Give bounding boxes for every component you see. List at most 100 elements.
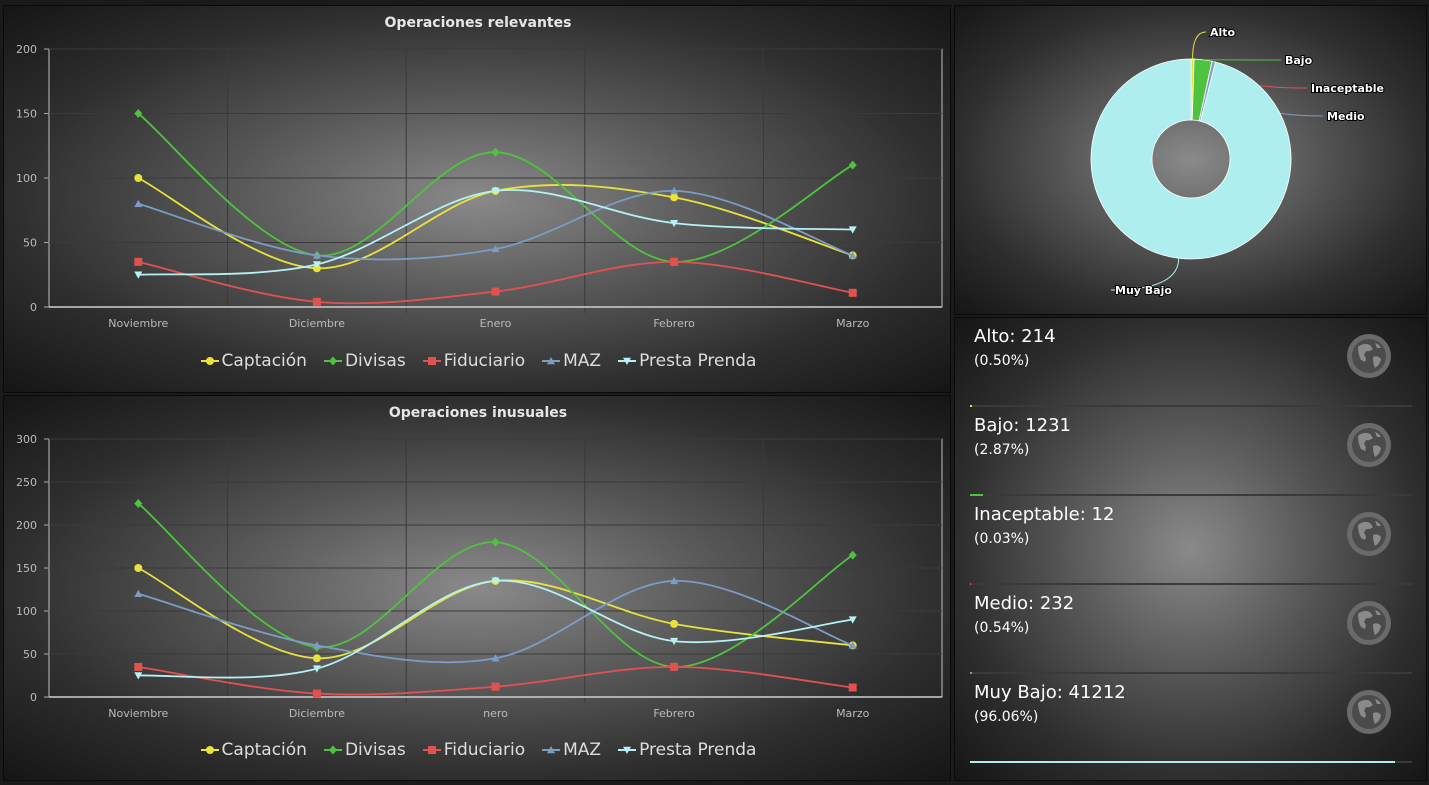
data-point [134, 174, 143, 182]
y-tick-label: 150 [16, 562, 37, 575]
summary-percent: (0.54%) [974, 620, 1030, 636]
legend-marker-icon [323, 356, 342, 366]
legend-marker-icon [323, 745, 342, 755]
data-point [134, 257, 143, 266]
legend-marker-icon [422, 357, 441, 365]
legend-item[interactable]: Fiduciario [422, 351, 525, 371]
data-point [134, 564, 143, 572]
globe-icon [1347, 334, 1391, 378]
donut-chart-riesgo: Alto Bajo Inaceptable Medio Muy Bajo [1090, 25, 1385, 298]
legend-label: MAZ [563, 740, 602, 760]
summary-progress-bar [970, 761, 1395, 763]
summary-item-medio[interactable]: Medio: 232 (0.54%) [970, 585, 1412, 674]
x-tick-label: Marzo [836, 707, 870, 720]
y-tick-label: 150 [16, 108, 37, 121]
legend-item[interactable]: Presta Prenda [617, 351, 756, 371]
y-tick-label: 300 [16, 433, 37, 446]
series-line [138, 579, 854, 664]
legend-item[interactable]: Divisas [323, 740, 406, 760]
data-point [670, 193, 679, 202]
summary-title: Muy Bajo: 41212 [974, 682, 1126, 703]
summary-percent: (96.06%) [974, 709, 1039, 725]
data-point [134, 199, 143, 207]
summary-item-inaceptable[interactable]: Inaceptable: 12 (0.03%) [970, 496, 1412, 585]
summary-item-muy-bajo[interactable]: Muy Bajo: 41212 (96.06%) [970, 674, 1412, 763]
legend-label: MAZ [563, 351, 602, 371]
y-tick-label: 0 [30, 691, 37, 704]
plot-area: 0 50 100 150 200 Noviembre Diciembre Enero Febre… [16, 43, 943, 330]
x-tick-label: Diciembre [289, 317, 345, 330]
summary-title: Inaceptable: 12 [974, 504, 1115, 525]
legend-marker-icon [542, 746, 561, 754]
legend-label: Divisas [344, 351, 406, 371]
legend-label: Fiduciario [443, 351, 526, 371]
summary-title: Medio: 232 [974, 593, 1075, 614]
legend-label: Presta Prenda [639, 740, 757, 760]
summary-percent: (0.50%) [974, 353, 1030, 369]
data-point [491, 147, 500, 157]
series-line [138, 260, 853, 305]
legend-marker-icon [200, 357, 219, 365]
chart-panel-inusuales: Operaciones inusuales 0 50 100 150 200 250 300 N… [3, 395, 951, 781]
x-tick-label: Diciembre [289, 707, 345, 720]
slice-label: Alto [1210, 26, 1236, 39]
data-point [491, 682, 500, 691]
legend-item[interactable]: Divisas [323, 351, 406, 371]
data-point [312, 654, 321, 663]
globe-icon [1347, 512, 1391, 556]
x-tick-label: Noviembre [108, 317, 168, 330]
data-point [312, 689, 321, 698]
line-chart-inusuales: Operaciones inusuales 0 50 100 150 200 250 300 N… [16, 405, 943, 720]
x-tick-label: Febrero [653, 707, 695, 720]
summary-percent: (0.03%) [974, 531, 1030, 547]
y-tick-label: 100 [16, 172, 37, 185]
globe-icon [1347, 601, 1391, 645]
chart-title: Operaciones inusuales [389, 405, 567, 421]
series-line [137, 502, 854, 668]
y-tick-label: 200 [16, 519, 37, 532]
legend-item[interactable]: Fiduciario [422, 740, 525, 760]
legend-label: Captación [221, 740, 307, 760]
legend-marker-icon [618, 357, 637, 365]
line-chart-relevantes: Operaciones relevantes 0 50 100 150 200 Noviem… [16, 15, 943, 330]
y-tick-label: 50 [23, 648, 37, 661]
legend-item[interactable]: Presta Prenda [617, 740, 756, 760]
summary-panel: Alto: 214 (0.50%) Bajo: 1231 (2.87%) Ina… [954, 317, 1427, 781]
x-tick-label: Febrero [653, 317, 695, 330]
legend-label: Captación [221, 351, 307, 371]
y-tick-label: 100 [16, 605, 37, 618]
leader-line [1192, 31, 1207, 60]
legend-item[interactable]: MAZ [541, 740, 601, 760]
data-point [848, 550, 857, 560]
chart-legend: Captación Divisas Fiduciario MAZ Presta Pren… [4, 740, 950, 760]
legend-marker-icon [200, 746, 219, 754]
legend-item[interactable]: MAZ [541, 351, 601, 371]
globe-icon [1347, 690, 1391, 734]
legend-item[interactable]: Captación [200, 351, 307, 371]
summary-title: Bajo: 1231 [974, 415, 1071, 436]
summary-title: Alto: 214 [974, 326, 1056, 347]
data-point [312, 297, 321, 306]
pie-slice [1090, 58, 1292, 260]
data-point [491, 287, 500, 296]
data-point [134, 662, 143, 671]
legend-item[interactable]: Captación [200, 740, 307, 760]
data-point [670, 257, 679, 266]
summary-item-bajo[interactable]: Bajo: 1231 (2.87%) [970, 407, 1412, 496]
series-line [138, 579, 853, 679]
summary-item-alto[interactable]: Alto: 214 (0.50%) [970, 318, 1412, 407]
data-point [848, 683, 857, 692]
slice-label: Muy Bajo [1115, 284, 1172, 297]
x-tick-label: Enero [480, 317, 512, 330]
legend-marker-icon [422, 746, 441, 754]
legend-label: Presta Prenda [639, 351, 757, 371]
globe-icon [1347, 423, 1391, 467]
slice-label: Bajo [1285, 54, 1313, 67]
y-tick-label: 200 [16, 43, 37, 56]
chart-title: Operaciones relevantes [385, 15, 572, 31]
data-point [848, 288, 857, 297]
summary-percent: (2.87%) [974, 442, 1030, 458]
y-tick-label: 0 [30, 301, 37, 314]
data-point [848, 160, 857, 170]
data-point [670, 662, 679, 671]
